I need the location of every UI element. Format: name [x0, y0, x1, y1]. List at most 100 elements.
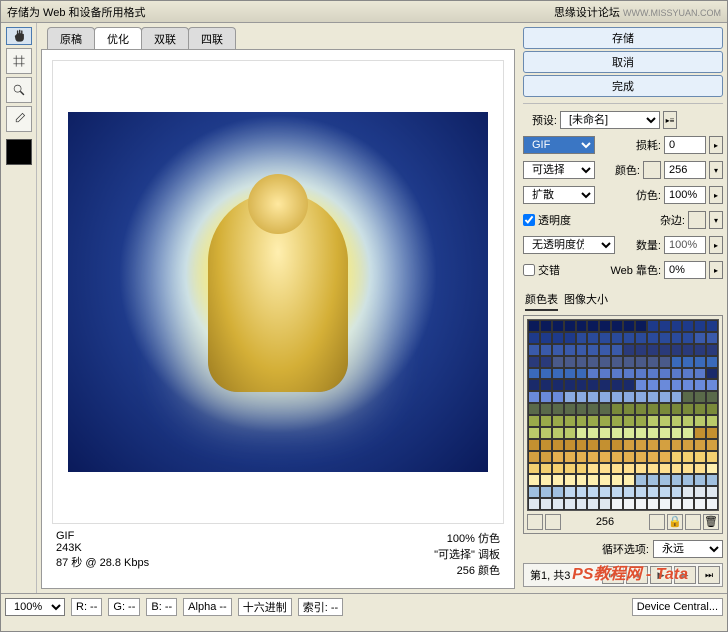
- palette-cell[interactable]: [682, 439, 694, 451]
- palette-cell[interactable]: [694, 451, 706, 463]
- colors-arrow-icon[interactable]: ▾: [709, 161, 723, 179]
- palette-cell[interactable]: [528, 320, 540, 332]
- palette-cell[interactable]: [599, 474, 611, 486]
- tab-imagesize[interactable]: 图像大小: [564, 291, 608, 311]
- reduction-select[interactable]: 可选择: [523, 161, 595, 179]
- loop-select[interactable]: 永远: [653, 540, 723, 558]
- palette-cell[interactable]: [528, 391, 540, 403]
- palette-cell[interactable]: [706, 356, 718, 368]
- save-button[interactable]: 存储: [523, 27, 723, 49]
- palette-cell[interactable]: [552, 344, 564, 356]
- web-input[interactable]: [664, 261, 706, 279]
- palette-cell[interactable]: [599, 344, 611, 356]
- palette-cell[interactable]: [576, 344, 588, 356]
- palette-cell[interactable]: [552, 463, 564, 475]
- palette-cell[interactable]: [623, 486, 635, 498]
- image-area[interactable]: [52, 60, 504, 524]
- palette-cell[interactable]: [623, 474, 635, 486]
- palette-cell[interactable]: [647, 439, 659, 451]
- palette-cell[interactable]: [659, 474, 671, 486]
- palette-cell[interactable]: [647, 379, 659, 391]
- palette-cell[interactable]: [576, 368, 588, 380]
- palette-cell[interactable]: [671, 486, 683, 498]
- palette-cell[interactable]: [623, 463, 635, 475]
- palette-cell[interactable]: [552, 391, 564, 403]
- palette-cell[interactable]: [659, 451, 671, 463]
- palette-cell[interactable]: [564, 474, 576, 486]
- palette-cell[interactable]: [528, 451, 540, 463]
- palette-cell[interactable]: [706, 486, 718, 498]
- palette-cell[interactable]: [599, 391, 611, 403]
- palette-cell[interactable]: [706, 320, 718, 332]
- palette-cell[interactable]: [587, 474, 599, 486]
- pal-swatch-icon[interactable]: [527, 514, 543, 530]
- palette-cell[interactable]: [587, 415, 599, 427]
- slice-tool[interactable]: [6, 48, 32, 74]
- interlace-checkbox[interactable]: [523, 264, 535, 276]
- palette-cell[interactable]: [706, 344, 718, 356]
- palette-cell[interactable]: [659, 486, 671, 498]
- palette-cell[interactable]: [611, 415, 623, 427]
- palette-cell[interactable]: [647, 391, 659, 403]
- palette-cell[interactable]: [611, 391, 623, 403]
- palette-cell[interactable]: [623, 451, 635, 463]
- palette-cell[interactable]: [647, 403, 659, 415]
- palette-cell[interactable]: [647, 486, 659, 498]
- palette-cell[interactable]: [540, 439, 552, 451]
- palette-cell[interactable]: [682, 320, 694, 332]
- palette-cell[interactable]: [611, 486, 623, 498]
- palette-cell[interactable]: [635, 403, 647, 415]
- palette-cell[interactable]: [552, 486, 564, 498]
- palette-cell[interactable]: [671, 391, 683, 403]
- palette-cell[interactable]: [564, 356, 576, 368]
- palette-cell[interactable]: [528, 332, 540, 344]
- palette-cell[interactable]: [659, 344, 671, 356]
- palette-cell[interactable]: [623, 379, 635, 391]
- palette-cell[interactable]: [576, 427, 588, 439]
- tab-optimized[interactable]: 优化: [94, 27, 142, 49]
- palette-cell[interactable]: [706, 368, 718, 380]
- palette-cell[interactable]: [587, 498, 599, 510]
- palette-cell[interactable]: [599, 463, 611, 475]
- color-swatch[interactable]: [6, 139, 32, 165]
- palette-cell[interactable]: [599, 356, 611, 368]
- palette-cell[interactable]: [611, 332, 623, 344]
- palette-cell[interactable]: [576, 379, 588, 391]
- palette-cell[interactable]: [659, 439, 671, 451]
- palette-cell[interactable]: [540, 344, 552, 356]
- matte-swatch[interactable]: [688, 211, 706, 229]
- palette-cell[interactable]: [682, 427, 694, 439]
- palette-cell[interactable]: [659, 415, 671, 427]
- palette-cell[interactable]: [540, 368, 552, 380]
- palette-cell[interactable]: [623, 332, 635, 344]
- hand-tool[interactable]: [6, 27, 32, 45]
- palette-cell[interactable]: [706, 332, 718, 344]
- done-button[interactable]: 完成: [523, 75, 723, 97]
- palette-cell[interactable]: [694, 320, 706, 332]
- palette-cell[interactable]: [682, 332, 694, 344]
- dither-select[interactable]: 扩散: [523, 186, 595, 204]
- palette-cell[interactable]: [587, 427, 599, 439]
- palette-cell[interactable]: [635, 344, 647, 356]
- palette-cell[interactable]: [611, 403, 623, 415]
- palette-cell[interactable]: [623, 368, 635, 380]
- format-select[interactable]: GIF: [523, 136, 595, 154]
- palette-cell[interactable]: [635, 451, 647, 463]
- palette-cell[interactable]: [587, 403, 599, 415]
- palette-cell[interactable]: [647, 344, 659, 356]
- palette-cell[interactable]: [576, 320, 588, 332]
- lossy-slider-icon[interactable]: ▸: [709, 136, 723, 154]
- palette-cell[interactable]: [694, 439, 706, 451]
- palette-cell[interactable]: [564, 379, 576, 391]
- preset-menu-icon[interactable]: ▸≡: [663, 111, 677, 129]
- palette-cell[interactable]: [552, 356, 564, 368]
- zoom-tool[interactable]: [6, 77, 32, 103]
- palette-cell[interactable]: [635, 439, 647, 451]
- palette-cell[interactable]: [564, 320, 576, 332]
- palette-cell[interactable]: [682, 403, 694, 415]
- palette-cell[interactable]: [528, 474, 540, 486]
- palette-cell[interactable]: [599, 332, 611, 344]
- palette-cell[interactable]: [671, 451, 683, 463]
- palette-cell[interactable]: [623, 403, 635, 415]
- palette-cell[interactable]: [576, 486, 588, 498]
